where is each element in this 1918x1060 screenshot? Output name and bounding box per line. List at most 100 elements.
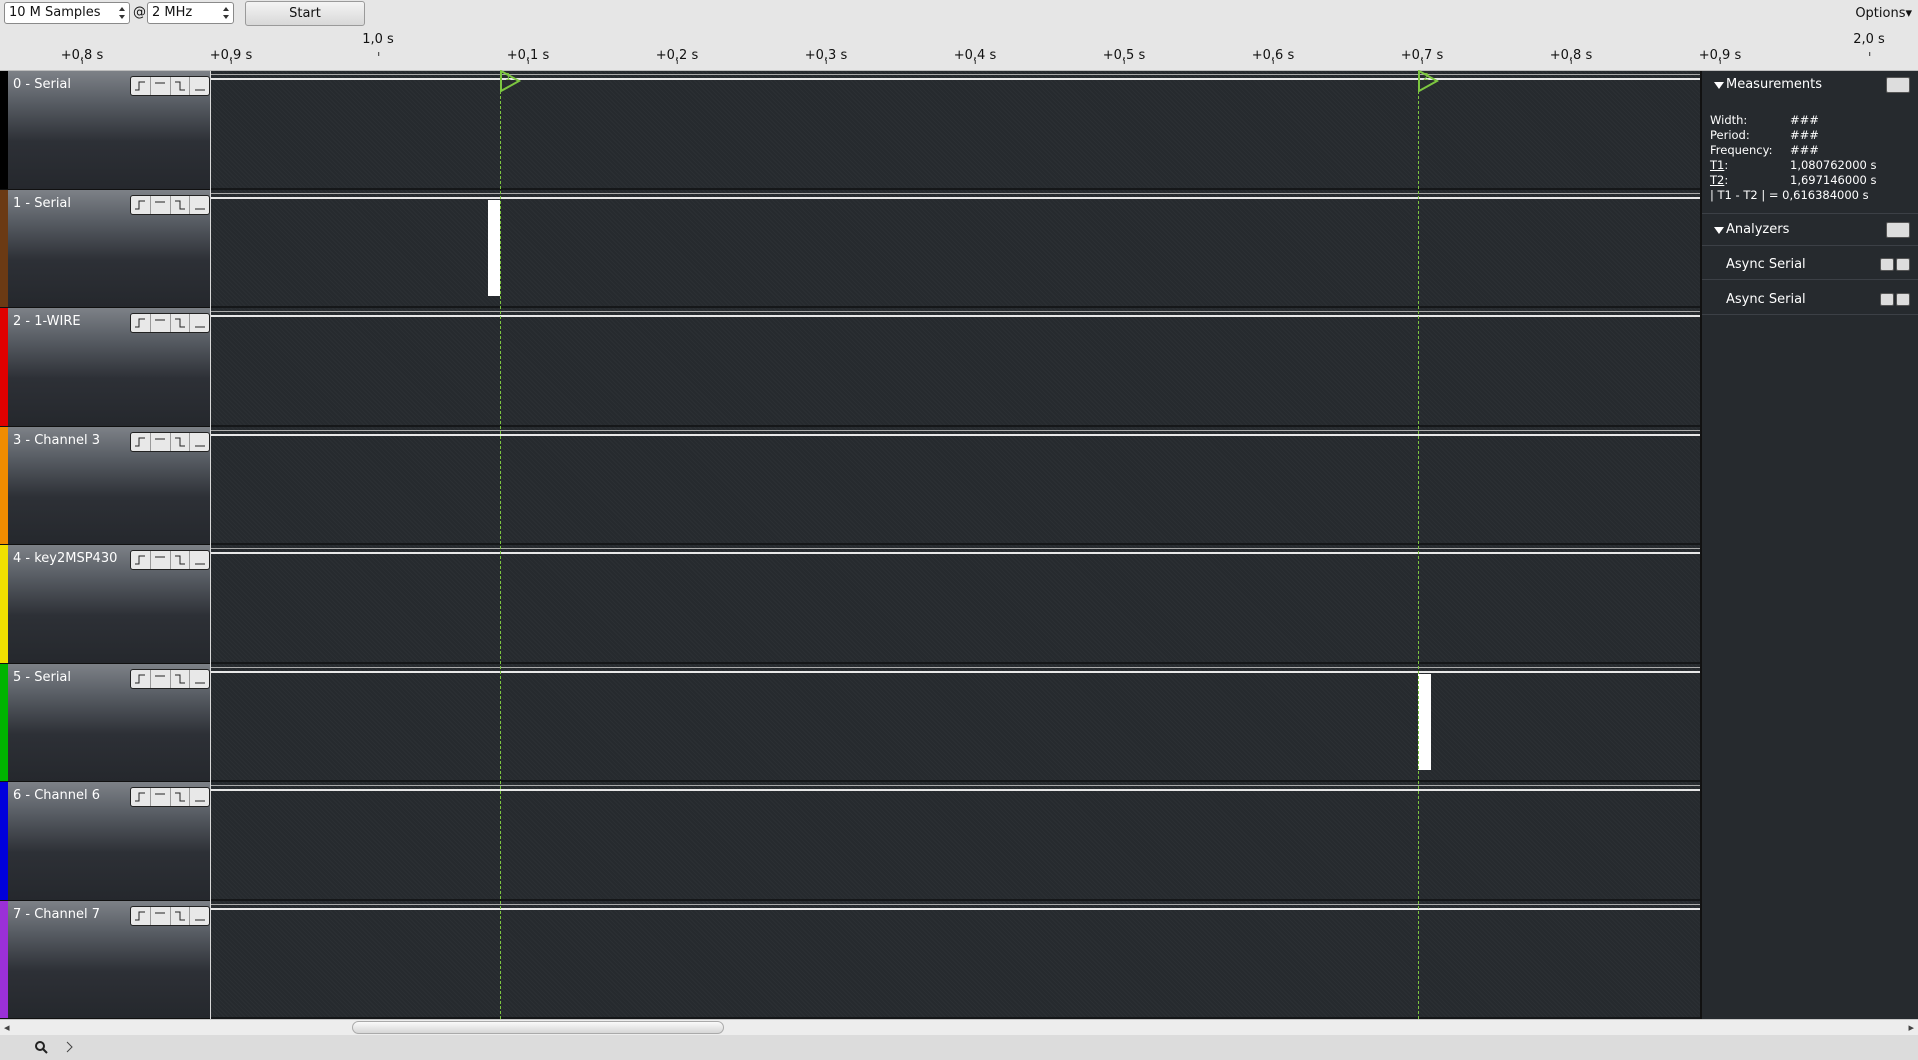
rising-edge-icon[interactable]: [131, 906, 151, 925]
falling-edge-icon[interactable]: [171, 551, 191, 569]
falling-edge-icon[interactable]: [171, 432, 191, 451]
cursor-t1-line[interactable]: [500, 71, 501, 1019]
options-menu[interactable]: Options▾: [1855, 6, 1912, 21]
low-level-icon[interactable]: [190, 314, 209, 332]
high-level-icon[interactable]: [151, 906, 171, 925]
trigger-buttons[interactable]: [130, 905, 210, 926]
high-level-icon[interactable]: [151, 195, 171, 214]
channel-color-strip: [0, 782, 8, 900]
waveform-area[interactable]: [211, 426, 1700, 545]
low-level-icon[interactable]: [190, 433, 209, 451]
high-level-icon[interactable]: [151, 77, 171, 95]
t1-label[interactable]: T1: [1710, 158, 1724, 172]
scroll-right-icon[interactable]: ▸: [1908, 1021, 1914, 1034]
channel-label[interactable]: 2 - 1-WIRE: [0, 308, 210, 427]
horizontal-scrollbar[interactable]: ◂ ▸: [0, 1019, 1918, 1036]
gear-icon[interactable]: [1896, 293, 1910, 306]
gear-icon[interactable]: [1896, 258, 1910, 271]
channel-label[interactable]: 5 - Serial: [0, 663, 210, 782]
trigger-buttons[interactable]: [130, 550, 210, 570]
waveform-area[interactable]: [211, 71, 1700, 190]
waveform-area[interactable]: [211, 545, 1700, 664]
low-level-icon[interactable]: [190, 551, 209, 569]
waveform-area[interactable]: [211, 782, 1700, 901]
spin-arrows-icon[interactable]: [117, 5, 127, 21]
time-ruler[interactable]: 1,0 s 2,0 s +0,8 s +0,9 s +0,1 s +0,2 s …: [0, 28, 1918, 71]
high-level-icon[interactable]: [151, 669, 171, 688]
start-button[interactable]: Start: [245, 1, 365, 26]
cursor-t2-flag[interactable]: 2: [1418, 69, 1440, 96]
waveform-area[interactable]: [211, 308, 1700, 427]
channel-label[interactable]: 0 - Serial: [0, 71, 210, 190]
search-icon[interactable]: [28, 1035, 54, 1059]
cursor-t2-label: 2: [1423, 72, 1430, 83]
channel-row: 7 - Channel 7: [0, 900, 1700, 1019]
analyzer-item[interactable]: Async Serial: [1726, 292, 1806, 307]
rising-edge-icon[interactable]: [131, 314, 151, 332]
low-level-icon[interactable]: [190, 77, 209, 95]
scroll-left-icon[interactable]: ◂: [4, 1021, 10, 1034]
close-icon[interactable]: [1880, 293, 1894, 306]
cursor-t1-flag[interactable]: 1: [500, 69, 522, 96]
falling-edge-icon[interactable]: [171, 788, 191, 806]
channel-list: 0 - Serial 1 - Serial 2 - 1-WIRE 3 - Cha…: [0, 71, 1700, 1019]
low-level-icon[interactable]: [190, 788, 209, 806]
falling-edge-icon[interactable]: [171, 906, 191, 925]
falling-edge-icon[interactable]: [171, 195, 191, 214]
trigger-buttons[interactable]: [130, 668, 210, 689]
measurements-header[interactable]: Measurements: [1702, 71, 1918, 99]
rising-edge-icon[interactable]: [131, 432, 151, 451]
waveform-area[interactable]: [211, 189, 1700, 308]
low-level-icon[interactable]: [190, 670, 209, 688]
high-level-icon[interactable]: [151, 432, 171, 451]
t2-label[interactable]: T2: [1710, 173, 1724, 187]
channel-label[interactable]: 7 - Channel 7: [0, 900, 210, 1019]
channel-label[interactable]: 1 - Serial: [0, 189, 210, 308]
collapse-triangle-icon[interactable]: [1714, 227, 1724, 235]
ruler-tick-label: +0,5 s: [1102, 48, 1146, 64]
trigger-buttons[interactable]: [130, 431, 210, 452]
falling-edge-icon[interactable]: [171, 669, 191, 688]
close-icon[interactable]: [1880, 258, 1894, 271]
rising-edge-icon[interactable]: [131, 77, 151, 95]
channel-name: 2 - 1-WIRE: [13, 314, 81, 329]
channel-row: 3 - Channel 3: [0, 426, 1700, 545]
analyzer-item[interactable]: Async Serial: [1726, 257, 1806, 272]
rising-edge-icon[interactable]: [131, 551, 151, 569]
waveform-area[interactable]: [211, 900, 1700, 1019]
high-level-icon[interactable]: [151, 788, 171, 806]
toolbar: 10 M Samples @ 2 MHz Start Options▾: [0, 0, 1918, 28]
trigger-buttons[interactable]: [130, 787, 210, 807]
low-level-icon[interactable]: [190, 907, 209, 925]
channel-label[interactable]: 6 - Channel 6: [0, 782, 210, 901]
spin-arrows-icon[interactable]: [221, 5, 231, 21]
high-level-icon[interactable]: [151, 314, 171, 332]
sample-count-select[interactable]: 10 M Samples: [4, 2, 130, 24]
sample-rate-select[interactable]: 2 MHz: [147, 2, 234, 24]
scrollbar-thumb[interactable]: [352, 1021, 724, 1034]
collapse-triangle-icon[interactable]: [1714, 82, 1724, 90]
waveform-area[interactable]: [211, 663, 1700, 782]
falling-edge-icon[interactable]: [171, 77, 191, 95]
cursor-t2-line[interactable]: [1418, 71, 1419, 1019]
ruler-tick-label: +0,7 s: [1400, 48, 1444, 64]
analyzer-item-actions: [1880, 258, 1910, 271]
ruler-tick-label: +0,2 s: [655, 48, 699, 64]
channel-row: 2 - 1-WIRE: [0, 308, 1700, 427]
falling-edge-icon[interactable]: [171, 314, 191, 332]
rising-edge-icon[interactable]: [131, 669, 151, 688]
low-level-icon[interactable]: [190, 196, 209, 214]
channel-color-strip: [0, 900, 8, 1018]
add-analyzer-icon[interactable]: [1886, 222, 1910, 238]
channel-label[interactable]: 3 - Channel 3: [0, 426, 210, 545]
trigger-buttons[interactable]: [130, 76, 210, 96]
high-level-icon[interactable]: [151, 551, 171, 569]
analyzers-header[interactable]: Analyzers: [1702, 216, 1918, 244]
trigger-buttons[interactable]: [130, 194, 210, 215]
rising-edge-icon[interactable]: [131, 195, 151, 214]
trigger-buttons[interactable]: [130, 313, 210, 333]
chevron-right-icon[interactable]: [56, 1035, 82, 1059]
gear-icon[interactable]: [1886, 77, 1910, 93]
channel-label[interactable]: 4 - key2MSP430: [0, 545, 210, 664]
rising-edge-icon[interactable]: [131, 788, 151, 806]
